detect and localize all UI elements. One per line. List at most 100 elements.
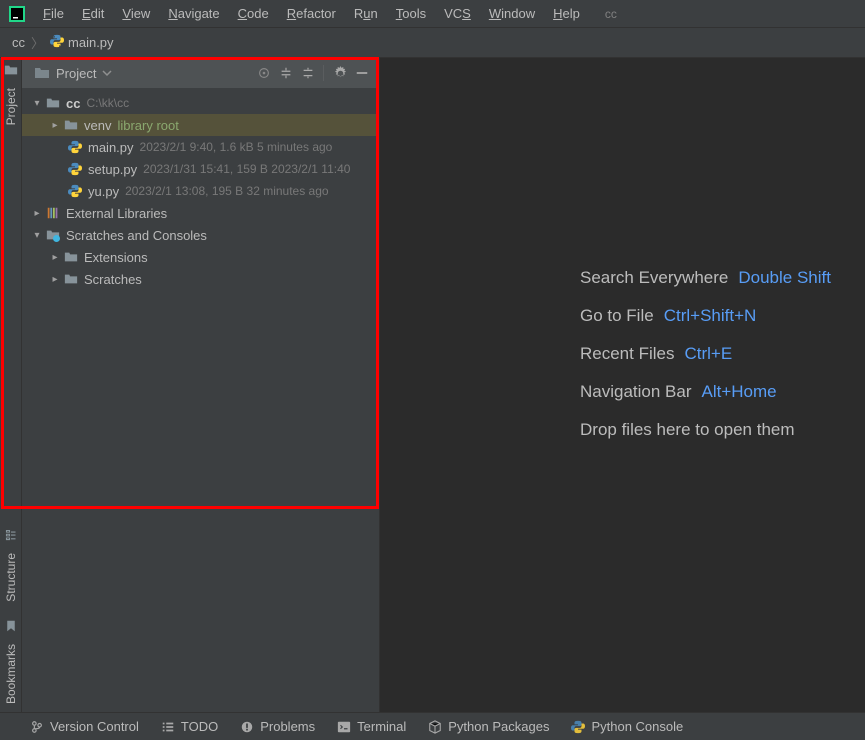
scratches-icon	[44, 228, 62, 242]
file-name: setup.py	[88, 162, 137, 177]
tip-search-everywhere: Search Everywhere Double Shift	[580, 268, 865, 288]
package-icon	[428, 720, 442, 734]
python-icon	[571, 720, 585, 734]
bottom-terminal[interactable]: Terminal	[337, 719, 406, 734]
terminal-icon	[337, 720, 351, 734]
project-tab-icon[interactable]	[3, 62, 19, 78]
tree-item-label: Extensions	[84, 250, 148, 265]
breadcrumb-separator: 〉	[31, 33, 44, 52]
bottom-problems-label: Problems	[260, 719, 315, 734]
menu-help[interactable]: Help	[544, 0, 589, 28]
bottom-python-console[interactable]: Python Console	[571, 719, 683, 734]
tree-external-libraries[interactable]: ▸ External Libraries	[22, 202, 379, 224]
tree-file-yu[interactable]: yu.py 2023/2/1 13:08, 195 B 32 minutes a…	[22, 180, 379, 202]
tree-venv[interactable]: ▸ venv library root	[22, 114, 379, 136]
gear-icon[interactable]	[329, 62, 351, 84]
tree-scratches-label: Scratches and Consoles	[66, 228, 207, 243]
bottom-vcs[interactable]: Version Control	[30, 719, 139, 734]
python-file-icon	[66, 162, 84, 176]
tree-extlib-label: External Libraries	[66, 206, 167, 221]
chevron-down-icon[interactable]: ▾	[30, 98, 44, 109]
menu-vcs[interactable]: VCS	[435, 0, 480, 28]
folder-icon	[62, 272, 80, 286]
structure-tab-icon[interactable]	[3, 527, 19, 543]
chevron-down-icon[interactable]: ▾	[30, 230, 44, 241]
bottom-pypkg-label: Python Packages	[448, 719, 549, 734]
hide-icon[interactable]	[351, 62, 373, 84]
tip-go-to-file: Go to File Ctrl+Shift+N	[580, 306, 865, 326]
gutter-tab-bookmarks[interactable]: Bookmarks	[2, 636, 20, 712]
bottom-problems[interactable]: Problems	[240, 719, 315, 734]
libraries-icon	[44, 206, 62, 220]
menu-navigate[interactable]: Navigate	[159, 0, 228, 28]
bottom-todo[interactable]: TODO	[161, 719, 218, 734]
bottom-terminal-label: Terminal	[357, 719, 406, 734]
tip-recent-files: Recent Files Ctrl+E	[580, 344, 865, 364]
chevron-right-icon[interactable]: ▸	[48, 120, 62, 131]
list-icon	[161, 720, 175, 734]
menu-view[interactable]: View	[113, 0, 159, 28]
breadcrumb-file[interactable]: main.py	[50, 34, 114, 51]
folder-icon	[44, 96, 62, 110]
project-tool-window: Project ▾ cc C:\kk\cc ▸ venv library	[22, 58, 380, 712]
header-separator	[319, 62, 329, 84]
menu-tools[interactable]: Tools	[387, 0, 435, 28]
file-meta: 2023/2/1 13:08, 195 B 32 minutes ago	[125, 184, 329, 198]
breadcrumb-file-label: main.py	[68, 35, 114, 50]
bottom-tool-bar: Version Control TODO Problems Terminal P…	[0, 712, 865, 740]
tree-file-main[interactable]: main.py 2023/2/1 9:40, 1.6 kB 5 minutes …	[22, 136, 379, 158]
menu-refactor[interactable]: Refactor	[278, 0, 345, 28]
menu-edit[interactable]: Edit	[73, 0, 113, 28]
file-meta: 2023/2/1 9:40, 1.6 kB 5 minutes ago	[140, 140, 333, 154]
bottom-pycon-label: Python Console	[591, 719, 683, 734]
warning-icon	[240, 720, 254, 734]
tree-root[interactable]: ▾ cc C:\kk\cc	[22, 92, 379, 114]
file-name: main.py	[88, 140, 134, 155]
python-file-icon	[66, 184, 84, 198]
bottom-todo-label: TODO	[181, 719, 218, 734]
folder-icon	[62, 250, 80, 264]
menu-bar: File Edit View Navigate Code Refactor Ru…	[0, 0, 865, 28]
menu-code[interactable]: Code	[229, 0, 278, 28]
chevron-right-icon[interactable]: ▸	[48, 252, 62, 263]
gutter-tab-structure[interactable]: Structure	[2, 545, 20, 610]
file-name: yu.py	[88, 184, 119, 199]
chevron-right-icon[interactable]: ▸	[48, 274, 62, 285]
tip-drop-files: Drop files here to open them	[580, 420, 865, 440]
tool-window-header: Project	[22, 58, 379, 88]
tree-scratches-folder[interactable]: ▸ Scratches	[22, 268, 379, 290]
tree-root-name: cc	[66, 96, 80, 111]
left-tool-gutter: Project Structure Bookmarks	[0, 58, 22, 712]
folder-icon	[62, 118, 80, 132]
tip-navigation-bar: Navigation Bar Alt+Home	[580, 382, 865, 402]
chevron-down-icon	[102, 68, 112, 78]
tool-window-title-label: Project	[56, 66, 96, 81]
branch-icon	[30, 720, 44, 734]
editor-tips: Search Everywhere Double Shift Go to Fil…	[580, 268, 865, 440]
locate-icon[interactable]	[253, 62, 275, 84]
tree-scratches[interactable]: ▾ Scratches and Consoles	[22, 224, 379, 246]
tool-window-title[interactable]: Project	[34, 65, 112, 81]
breadcrumb-root[interactable]: cc	[12, 35, 25, 50]
menu-run[interactable]: Run	[345, 0, 387, 28]
app-icon	[8, 5, 26, 23]
tree-root-path: C:\kk\cc	[86, 96, 129, 110]
python-file-icon	[66, 140, 84, 154]
expand-all-icon[interactable]	[275, 62, 297, 84]
folder-icon	[34, 65, 50, 81]
tree-extensions[interactable]: ▸ Extensions	[22, 246, 379, 268]
menu-file[interactable]: File	[34, 0, 73, 28]
tree-item-label: Scratches	[84, 272, 142, 287]
chevron-right-icon[interactable]: ▸	[30, 208, 44, 219]
collapse-all-icon[interactable]	[297, 62, 319, 84]
project-tree: ▾ cc C:\kk\cc ▸ venv library root main.p…	[22, 88, 379, 294]
editor-area[interactable]: Search Everywhere Double Shift Go to Fil…	[380, 58, 865, 712]
gutter-tab-project[interactable]: Project	[2, 80, 20, 133]
tree-venv-tag: library root	[117, 118, 178, 133]
tree-file-setup[interactable]: setup.py 2023/1/31 15:41, 159 B 2023/2/1…	[22, 158, 379, 180]
bottom-python-packages[interactable]: Python Packages	[428, 719, 549, 734]
bookmarks-tab-icon[interactable]	[3, 618, 19, 634]
menu-window[interactable]: Window	[480, 0, 544, 28]
title-project-name: cc	[605, 7, 617, 21]
tree-venv-name: venv	[84, 118, 111, 133]
